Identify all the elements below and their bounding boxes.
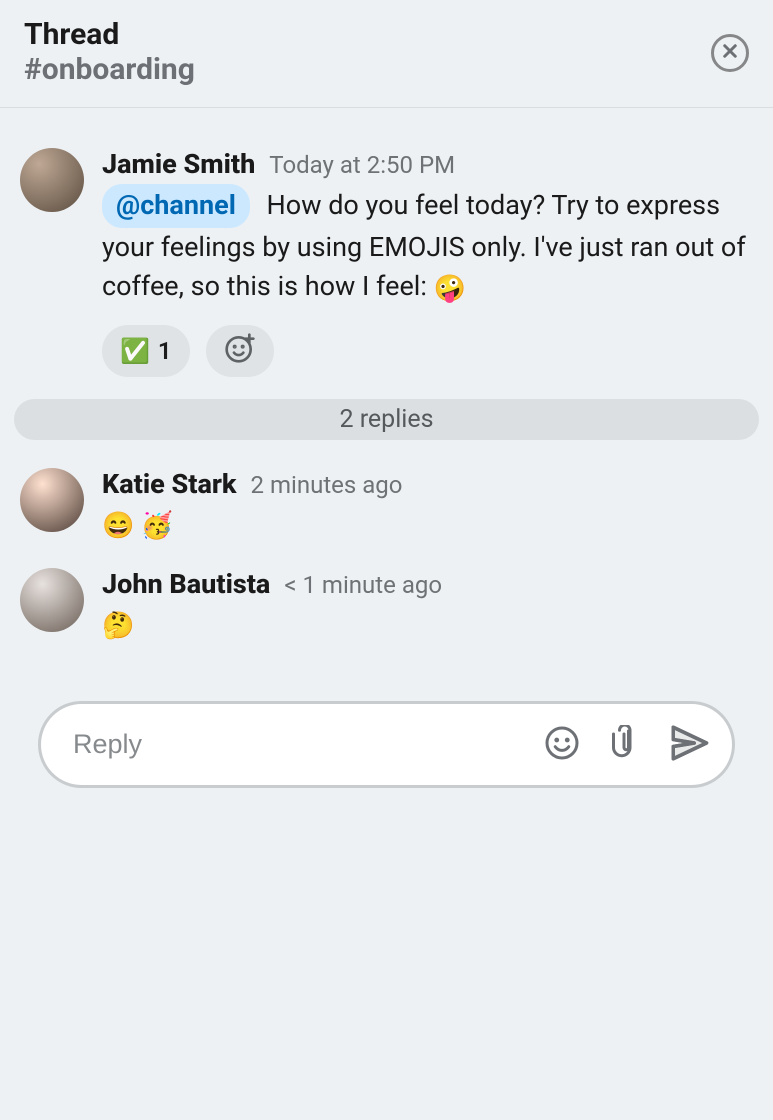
message-body: @channel How do you feel today? Try to e… bbox=[102, 184, 753, 309]
message-body: 😄 🥳 bbox=[102, 504, 753, 546]
message-timestamp: < 1 minute ago bbox=[284, 571, 442, 599]
message-author[interactable]: Katie Stark bbox=[102, 468, 237, 500]
add-reaction-button[interactable] bbox=[206, 325, 274, 377]
thread-title: Thread bbox=[24, 18, 195, 53]
emoji-icon bbox=[544, 725, 580, 764]
reply-message: Katie Stark 2 minutes ago 😄 🥳 bbox=[14, 468, 759, 546]
send-button[interactable] bbox=[668, 722, 710, 767]
message-content: Jamie Smith Today at 2:50 PM @channel Ho… bbox=[102, 148, 753, 377]
send-icon bbox=[668, 722, 710, 767]
channel-name: #onboarding bbox=[24, 53, 195, 88]
paperclip-icon bbox=[606, 725, 642, 764]
thread-header: Thread #onboarding bbox=[0, 0, 773, 108]
reply-message: John Bautista < 1 minute ago 🤔 bbox=[14, 568, 759, 646]
message-header: John Bautista < 1 minute ago bbox=[102, 568, 753, 600]
add-reaction-icon bbox=[224, 332, 256, 370]
message-timestamp: 2 minutes ago bbox=[251, 471, 403, 499]
message-author[interactable]: Jamie Smith bbox=[102, 148, 255, 180]
message-content: John Bautista < 1 minute ago 🤔 bbox=[102, 568, 753, 646]
message-content: Katie Stark 2 minutes ago 😄 🥳 bbox=[102, 468, 753, 546]
channel-mention[interactable]: @channel bbox=[102, 184, 250, 228]
replies-separator[interactable]: 2 replies bbox=[14, 399, 759, 440]
reply-input[interactable] bbox=[73, 729, 544, 760]
reaction-chip[interactable]: ✅ 1 bbox=[102, 325, 190, 377]
emoji-button[interactable] bbox=[544, 725, 580, 764]
root-message: Jamie Smith Today at 2:50 PM @channel Ho… bbox=[14, 148, 759, 377]
thread-body: Jamie Smith Today at 2:50 PM @channel Ho… bbox=[0, 108, 773, 788]
message-header: Jamie Smith Today at 2:50 PM bbox=[102, 148, 753, 180]
message-header: Katie Stark 2 minutes ago bbox=[102, 468, 753, 500]
reply-composer bbox=[38, 701, 735, 788]
avatar[interactable] bbox=[20, 568, 84, 632]
message-body: 🤔 bbox=[102, 604, 753, 646]
message-text: 🤔 bbox=[102, 611, 134, 641]
message-author[interactable]: John Bautista bbox=[102, 568, 270, 600]
avatar[interactable] bbox=[20, 148, 84, 212]
inline-emoji: 🤪 bbox=[434, 274, 466, 304]
message-text: 😄 🥳 bbox=[102, 511, 173, 541]
composer-icons bbox=[544, 722, 710, 767]
close-button[interactable] bbox=[711, 34, 749, 72]
thread-header-titles: Thread #onboarding bbox=[24, 18, 195, 87]
avatar[interactable] bbox=[20, 468, 84, 532]
attach-button[interactable] bbox=[606, 725, 642, 764]
reaction-count: 1 bbox=[158, 337, 172, 365]
composer-wrap bbox=[14, 701, 759, 788]
message-timestamp: Today at 2:50 PM bbox=[269, 151, 455, 179]
reactions-row: ✅ 1 bbox=[102, 325, 753, 377]
reaction-emoji: ✅ bbox=[120, 337, 150, 365]
close-icon bbox=[721, 42, 739, 63]
